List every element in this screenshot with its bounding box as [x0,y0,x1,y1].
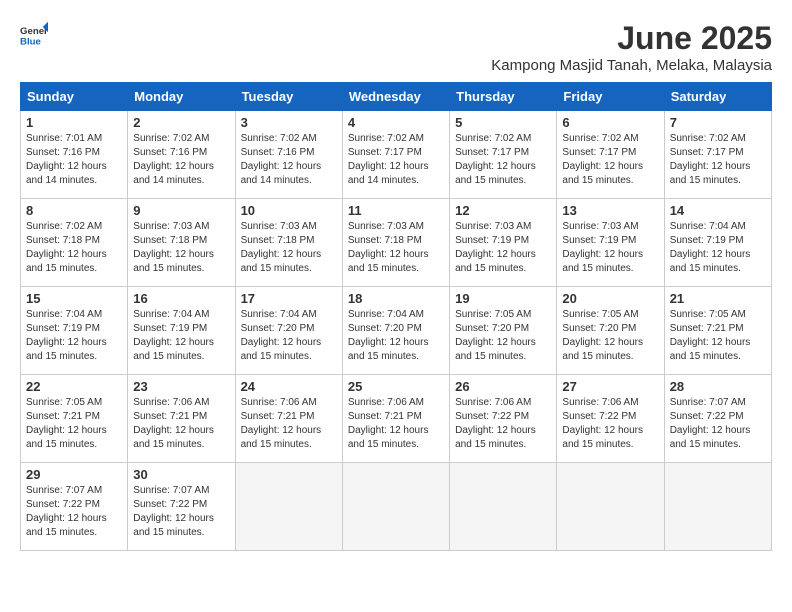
location-title: Kampong Masjid Tanah, Melaka, Malaysia [491,57,772,74]
day-13: 13 Sunrise: 7:03 AM Sunset: 7:19 PM Dayl… [557,199,664,287]
day-2: 2 Sunrise: 7:02 AM Sunset: 7:16 PM Dayli… [128,111,235,199]
svg-text:Blue: Blue [20,37,41,48]
day-7: 7 Sunrise: 7:02 AM Sunset: 7:17 PM Dayli… [664,111,771,199]
day-empty-4 [557,463,664,551]
day-11: 11 Sunrise: 7:03 AM Sunset: 7:18 PM Dayl… [342,199,449,287]
day-27: 27 Sunrise: 7:06 AM Sunset: 7:22 PM Dayl… [557,375,664,463]
day-10: 10 Sunrise: 7:03 AM Sunset: 7:18 PM Dayl… [235,199,342,287]
header-wednesday: Wednesday [342,83,449,111]
header-tuesday: Tuesday [235,83,342,111]
month-title: June 2025 [491,20,772,57]
day-16: 16 Sunrise: 7:04 AM Sunset: 7:19 PM Dayl… [128,287,235,375]
table-row: 29 Sunrise: 7:07 AM Sunset: 7:22 PM Dayl… [21,463,772,551]
header-sunday: Sunday [21,83,128,111]
day-empty-2 [342,463,449,551]
day-9: 9 Sunrise: 7:03 AM Sunset: 7:18 PM Dayli… [128,199,235,287]
day-30: 30 Sunrise: 7:07 AM Sunset: 7:22 PM Dayl… [128,463,235,551]
day-8: 8 Sunrise: 7:02 AM Sunset: 7:18 PM Dayli… [21,199,128,287]
day-6: 6 Sunrise: 7:02 AM Sunset: 7:17 PM Dayli… [557,111,664,199]
day-21: 21 Sunrise: 7:05 AM Sunset: 7:21 PM Dayl… [664,287,771,375]
day-17: 17 Sunrise: 7:04 AM Sunset: 7:20 PM Dayl… [235,287,342,375]
day-28: 28 Sunrise: 7:07 AM Sunset: 7:22 PM Dayl… [664,375,771,463]
day-18: 18 Sunrise: 7:04 AM Sunset: 7:20 PM Dayl… [342,287,449,375]
header-saturday: Saturday [664,83,771,111]
table-row: 22 Sunrise: 7:05 AM Sunset: 7:21 PM Dayl… [21,375,772,463]
day-5: 5 Sunrise: 7:02 AM Sunset: 7:17 PM Dayli… [450,111,557,199]
day-empty-5 [664,463,771,551]
logo: General Blue [20,20,48,48]
logo-icon: General Blue [20,20,48,48]
day-29: 29 Sunrise: 7:07 AM Sunset: 7:22 PM Dayl… [21,463,128,551]
day-3: 3 Sunrise: 7:02 AM Sunset: 7:16 PM Dayli… [235,111,342,199]
day-4: 4 Sunrise: 7:02 AM Sunset: 7:17 PM Dayli… [342,111,449,199]
day-14: 14 Sunrise: 7:04 AM Sunset: 7:19 PM Dayl… [664,199,771,287]
day-26: 26 Sunrise: 7:06 AM Sunset: 7:22 PM Dayl… [450,375,557,463]
day-23: 23 Sunrise: 7:06 AM Sunset: 7:21 PM Dayl… [128,375,235,463]
table-row: 8 Sunrise: 7:02 AM Sunset: 7:18 PM Dayli… [21,199,772,287]
day-15: 15 Sunrise: 7:04 AM Sunset: 7:19 PM Dayl… [21,287,128,375]
header-friday: Friday [557,83,664,111]
day-25: 25 Sunrise: 7:06 AM Sunset: 7:21 PM Dayl… [342,375,449,463]
calendar-table: Sunday Monday Tuesday Wednesday Thursday… [20,82,772,551]
header-monday: Monday [128,83,235,111]
day-empty-3 [450,463,557,551]
title-area: June 2025 Kampong Masjid Tanah, Melaka, … [491,20,772,74]
day-empty-1 [235,463,342,551]
day-22: 22 Sunrise: 7:05 AM Sunset: 7:21 PM Dayl… [21,375,128,463]
day-24: 24 Sunrise: 7:06 AM Sunset: 7:21 PM Dayl… [235,375,342,463]
day-20: 20 Sunrise: 7:05 AM Sunset: 7:20 PM Dayl… [557,287,664,375]
day-19: 19 Sunrise: 7:05 AM Sunset: 7:20 PM Dayl… [450,287,557,375]
day-1: 1 Sunrise: 7:01 AM Sunset: 7:16 PM Dayli… [21,111,128,199]
table-row: 15 Sunrise: 7:04 AM Sunset: 7:19 PM Dayl… [21,287,772,375]
header-thursday: Thursday [450,83,557,111]
table-row: 1 Sunrise: 7:01 AM Sunset: 7:16 PM Dayli… [21,111,772,199]
day-12: 12 Sunrise: 7:03 AM Sunset: 7:19 PM Dayl… [450,199,557,287]
